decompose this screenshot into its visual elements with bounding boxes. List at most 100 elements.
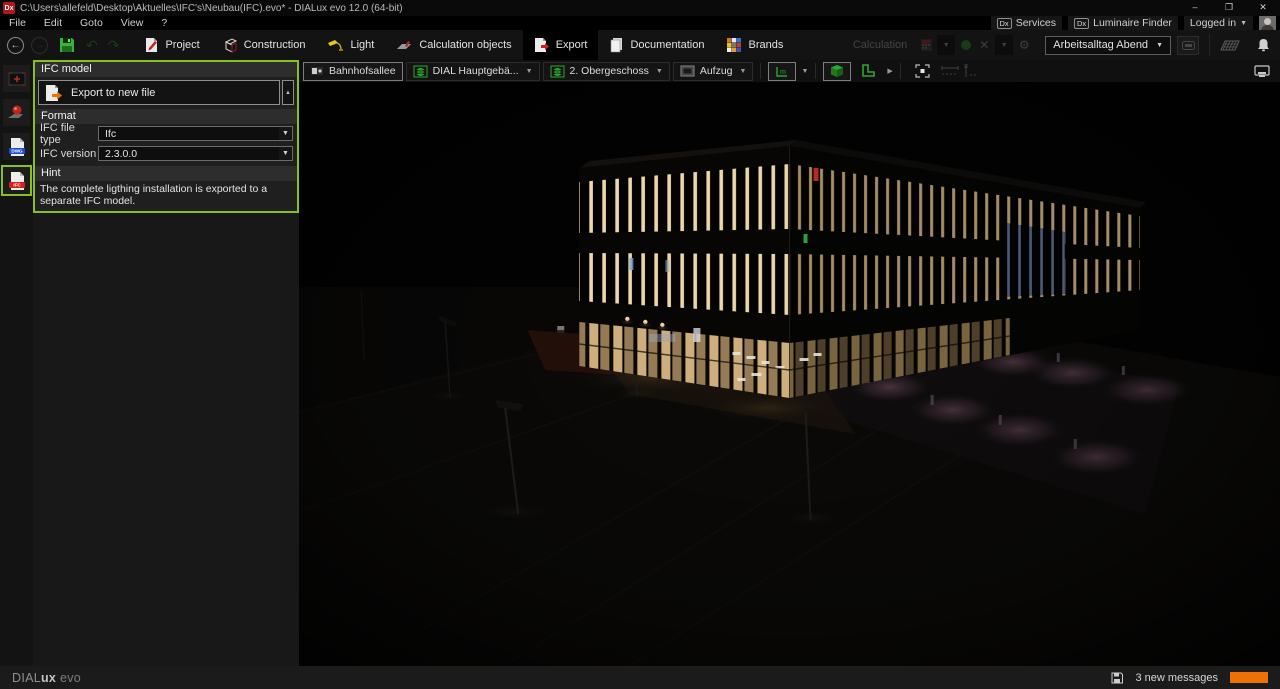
export-file-icon	[45, 84, 62, 102]
building-select[interactable]: DIAL Hauptgebä... ▼	[406, 62, 540, 81]
menu-view[interactable]: View	[112, 17, 153, 29]
viewport: Bahnhofsallee DIAL Hauptgebä... ▼ 2. Obe…	[299, 60, 1280, 666]
dx-icon: Dx	[1074, 18, 1089, 29]
undo-icon[interactable]: ↶	[86, 37, 98, 54]
display-icon[interactable]	[1254, 65, 1270, 78]
ifc-file-type-select[interactable]: Ifc ▼	[98, 126, 293, 141]
room-icon	[680, 65, 695, 77]
tab-label: Calculation objects	[419, 39, 511, 51]
zoom-fit-icon	[915, 64, 930, 78]
ifc-version-label: IFC version	[40, 148, 98, 160]
view-plan-button[interactable]	[854, 62, 882, 81]
tab-label: Light	[350, 39, 374, 51]
light-scene-value: Arbeitsalltag Abend	[1053, 39, 1148, 51]
logged-in-menu[interactable]: Logged in ▼	[1184, 16, 1253, 30]
messages-progress-badge[interactable]	[1230, 672, 1268, 683]
measure-horizontal-icon[interactable]	[940, 65, 960, 77]
scale-dropdown[interactable]: ▼	[801, 68, 808, 75]
measure-vertical-icon[interactable]	[963, 64, 977, 78]
calculation-settings-icon[interactable]: ⚙	[1015, 35, 1033, 55]
export-options-button[interactable]: ▲	[282, 80, 294, 105]
building-icon	[413, 65, 428, 78]
autosave-icon	[1111, 672, 1123, 684]
brands-icon	[726, 37, 742, 53]
maximize-button[interactable]: ❐	[1212, 0, 1246, 16]
visualisation-icon[interactable]	[1220, 35, 1240, 55]
export-button-label: Export to new file	[71, 87, 155, 99]
chevron-down-icon: ▼	[740, 68, 747, 75]
tab-construction[interactable]: Construction	[211, 30, 317, 60]
render-3d-scene[interactable]	[299, 82, 1280, 666]
site-icon	[310, 65, 324, 77]
menu-help[interactable]: ?	[152, 17, 176, 29]
tab-brands[interactable]: Brands	[715, 30, 794, 60]
view-more-button[interactable]: ▶	[887, 67, 892, 75]
ifc-icon-label: IFC	[13, 182, 21, 187]
sidebar-item-dwg-export[interactable]: DWG	[3, 133, 30, 160]
toolbar-divider	[1209, 34, 1210, 56]
save-icon[interactable]	[58, 36, 76, 54]
back-button[interactable]: ←	[7, 37, 24, 54]
room-value: Aufzug	[700, 65, 733, 77]
sidebar-item-ifc-export[interactable]: IFC	[3, 167, 30, 194]
tab-light[interactable]: Light	[316, 30, 385, 60]
tab-calculation-objects[interactable]: Calculation objects	[385, 30, 522, 60]
scale-mode-button[interactable]: m	[768, 62, 796, 81]
ifc-version-select[interactable]: 2.3.0.0 ▼	[98, 146, 293, 161]
dwg-icon-label: DWG	[11, 148, 23, 153]
calculation-dropdown[interactable]: ▼	[937, 35, 955, 55]
calculation-objects-icon	[396, 37, 413, 53]
plan-view-icon	[861, 64, 875, 78]
calculator-icon[interactable]	[917, 35, 935, 55]
user-avatar[interactable]	[1259, 16, 1276, 30]
light-scene-editor-icon[interactable]	[1177, 36, 1199, 55]
app-icon: Dx	[3, 2, 15, 14]
export-icon	[534, 37, 550, 53]
picture-export-icon	[7, 71, 27, 87]
forward-button[interactable]: →	[31, 37, 48, 54]
storey-icon	[550, 65, 565, 78]
building-value: DIAL Hauptgebä...	[433, 65, 519, 77]
redo-icon[interactable]: ↷	[108, 37, 120, 54]
minimize-button[interactable]: –	[1178, 0, 1212, 16]
services-button[interactable]: Dx Services	[991, 16, 1062, 30]
site-button[interactable]: Bahnhofsallee	[303, 62, 403, 81]
titlebar: Dx C:\Users\allefeld\Desktop\Aktuelles\I…	[0, 0, 1280, 16]
cancel-dropdown[interactable]: ▼	[995, 35, 1013, 55]
tab-project[interactable]: Project	[133, 30, 210, 60]
storey-value: 2. Obergeschoss	[570, 65, 649, 77]
scale-unit-label: m	[780, 69, 786, 76]
chevron-down-icon: ▼	[656, 68, 663, 75]
tab-label: Project	[165, 39, 199, 51]
tab-label: Brands	[748, 39, 783, 51]
chevron-down-icon: ▼	[526, 68, 533, 75]
menu-edit[interactable]: Edit	[35, 17, 71, 29]
room-select[interactable]: Aufzug ▼	[673, 62, 754, 81]
storey-select[interactable]: 2. Obergeschoss ▼	[543, 62, 670, 81]
ifc-file-type-label: IFC file type	[40, 122, 98, 146]
luminaire-finder-button[interactable]: Dx Luminaire Finder	[1068, 16, 1178, 30]
zoom-fit-button[interactable]	[908, 62, 937, 81]
tab-export[interactable]: Export	[523, 30, 599, 60]
export-to-new-file-button[interactable]: Export to new file	[38, 80, 280, 105]
messages-link[interactable]: 3 new messages	[1135, 672, 1218, 684]
dialux-evo-logo: DIALux evo	[12, 671, 81, 685]
light-scene-select[interactable]: Arbeitsalltag Abend ▼	[1045, 36, 1171, 55]
bell-icon[interactable]	[1254, 35, 1272, 55]
cancel-calculation-icon[interactable]: ✕	[975, 35, 993, 55]
close-button[interactable]: ✕	[1246, 0, 1280, 16]
tab-documentation[interactable]: Documentation	[598, 30, 715, 60]
sidebar-item-picture-export[interactable]	[3, 65, 30, 92]
energy-icon[interactable]	[957, 35, 975, 55]
cube-3d-icon	[830, 64, 844, 78]
sidebar-item-raytracer[interactable]	[3, 99, 30, 126]
menu-file[interactable]: File	[0, 17, 35, 29]
project-icon	[144, 37, 159, 53]
tab-label: Construction	[244, 39, 306, 51]
menu-goto[interactable]: Goto	[71, 17, 112, 29]
dx-icon: Dx	[997, 18, 1012, 29]
red-window-accent	[814, 168, 819, 181]
view-3d-button[interactable]	[823, 62, 851, 81]
ifc-version-row: IFC version 2.3.0.0 ▼	[35, 144, 297, 163]
light-icon	[327, 37, 344, 53]
